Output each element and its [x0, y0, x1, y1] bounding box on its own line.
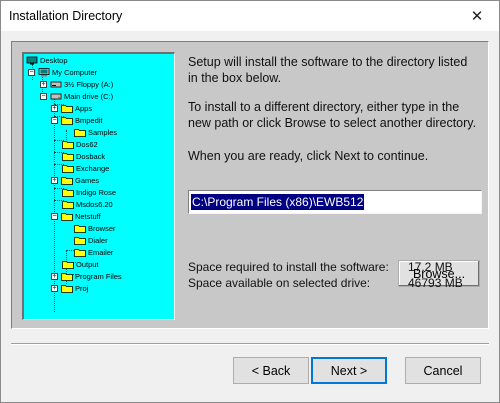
folder-icon: [61, 105, 73, 113]
space-available-value: 46793 MB: [408, 276, 463, 290]
tree-item-label: Apps: [75, 104, 93, 113]
tree-item-msdos620[interactable]: Msdos6.20: [62, 199, 113, 210]
tree-item-label: Main drive (C:): [64, 92, 114, 101]
collapse-icon[interactable]: −: [28, 69, 35, 76]
space-required-label: Space required to install the software:: [188, 260, 389, 274]
folder-icon: [61, 213, 73, 221]
install-path-input[interactable]: C:\Program Files (x86)\EWB512: [188, 190, 482, 214]
tree-item-proj[interactable]: + Proj: [51, 283, 88, 294]
continue-text: When you are ready, click Next to contin…: [188, 149, 429, 163]
back-button[interactable]: < Back: [233, 357, 309, 384]
expand-icon[interactable]: +: [51, 273, 58, 280]
close-button[interactable]: ✕: [455, 1, 499, 31]
collapse-icon[interactable]: −: [51, 213, 58, 220]
tree-item-emailer[interactable]: Emailer: [74, 247, 113, 258]
tree-item-netstuff[interactable]: − Netstuff: [51, 211, 101, 222]
collapse-icon[interactable]: −: [51, 117, 58, 124]
folder-icon: [61, 117, 73, 125]
tree-item-label: Exchange: [76, 164, 110, 173]
folder-icon: [62, 165, 74, 173]
tree-item-indigo-rose[interactable]: Indigo Rose: [62, 187, 116, 198]
expand-icon[interactable]: +: [51, 177, 58, 184]
tree-item-dos62[interactable]: Dos62: [62, 139, 98, 150]
tree-item-label: Msdos6.20: [76, 200, 113, 209]
tree-item-my-computer[interactable]: − My Computer: [28, 67, 97, 78]
tree-item-label: Bmpedit: [75, 116, 103, 125]
instructions-text: To install to a different directory, eit…: [188, 100, 477, 130]
tree-item-program-files[interactable]: + Program Files: [51, 271, 122, 282]
installation-directory-window: Installation Directory ✕ Desktop − My Co…: [0, 0, 500, 403]
tree-item-label: My Computer: [52, 68, 98, 77]
drive-icon: [50, 93, 62, 100]
collapse-icon[interactable]: −: [40, 93, 47, 100]
folder-icon: [62, 141, 74, 149]
title-bar: Installation Directory ✕: [1, 1, 499, 31]
tree-item-label: Browser: [88, 224, 116, 233]
folder-icon: [62, 153, 74, 161]
computer-icon: [38, 68, 50, 77]
intro-text: Setup will install the software to the d…: [188, 55, 468, 85]
tree-item-output[interactable]: Output: [62, 259, 99, 270]
tree-item-label: Netstuff: [75, 212, 101, 221]
folder-icon: [61, 273, 73, 281]
tree-item-label: Program Files: [75, 272, 122, 281]
expand-icon[interactable]: +: [51, 105, 58, 112]
tree-item-label: Dosback: [76, 152, 106, 161]
tree-item-exchange[interactable]: Exchange: [62, 163, 109, 174]
tree-item-label: Dialer: [88, 236, 108, 245]
tree-item-label: 3½ Floppy (A:): [64, 80, 114, 89]
tree-item-dosback[interactable]: Dosback: [62, 151, 105, 162]
cancel-button[interactable]: Cancel: [405, 357, 481, 384]
window-title: Installation Directory: [9, 9, 123, 23]
desktop-icon: [26, 56, 38, 65]
folder-icon: [62, 201, 74, 209]
button-separator: [11, 343, 489, 345]
next-button[interactable]: Next >: [311, 357, 387, 384]
folder-icon: [74, 237, 86, 245]
tree-item-floppy[interactable]: + 3½ Floppy (A:): [40, 79, 113, 90]
folder-icon: [74, 225, 86, 233]
tree-item-desktop[interactable]: Desktop: [26, 55, 68, 66]
space-required-value: 17.2 MB: [408, 260, 453, 274]
tree-item-label: Emailer: [88, 248, 114, 257]
content-panel: Desktop − My Computer + 3½ Floppy (A:) −…: [11, 41, 489, 329]
directory-tree[interactable]: Desktop − My Computer + 3½ Floppy (A:) −…: [22, 52, 175, 320]
tree-item-browser[interactable]: Browser: [74, 223, 116, 234]
folder-icon: [61, 177, 73, 185]
tree-item-bmpedit[interactable]: − Bmpedit: [51, 115, 103, 126]
tree-item-label: Desktop: [40, 56, 68, 65]
folder-icon: [62, 261, 74, 269]
tree-item-label: Samples: [88, 128, 118, 137]
space-available-label: Space available on selected drive:: [188, 276, 371, 290]
install-path-value: C:\Program Files (x86)\EWB512: [191, 194, 365, 210]
tree-item-games[interactable]: + Games: [51, 175, 99, 186]
folder-icon: [62, 189, 74, 197]
floppy-icon: [50, 81, 62, 88]
tree-item-label: Games: [75, 176, 100, 185]
tree-item-label: Output: [76, 260, 99, 269]
folder-icon: [61, 285, 73, 293]
tree-item-label: Proj: [75, 284, 89, 293]
folder-icon: [74, 249, 86, 257]
tree-item-main-drive[interactable]: − Main drive (C:): [40, 91, 113, 102]
tree-item-label: Indigo Rose: [76, 188, 117, 197]
tree-item-samples[interactable]: Samples: [74, 127, 117, 138]
tree-item-label: Dos62: [76, 140, 98, 149]
expand-icon[interactable]: +: [40, 81, 47, 88]
expand-icon[interactable]: +: [51, 285, 58, 292]
tree-item-dialer[interactable]: Dialer: [74, 235, 108, 246]
tree-item-apps[interactable]: + Apps: [51, 103, 92, 114]
close-icon: ✕: [470, 8, 484, 25]
folder-icon: [74, 129, 86, 137]
